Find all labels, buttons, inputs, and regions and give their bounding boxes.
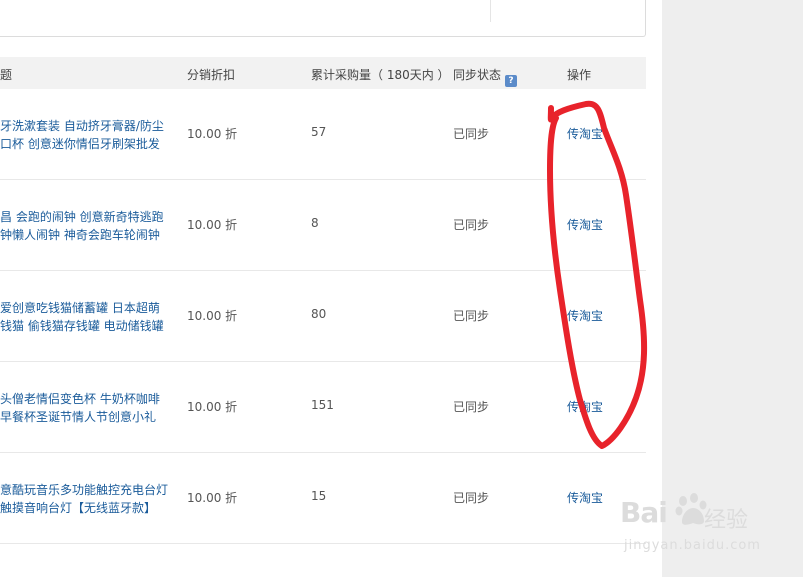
upload-taobao-link[interactable]: 传淘宝 [567,307,603,324]
product-title-line[interactable]: 钟懒人闹钟 神奇会跑车轮闹钟 [0,226,172,244]
table-row: 头僧老情侣变色杯 牛奶杯咖啡 早餐杯圣诞节情人节创意小礼 10.00 折 151… [0,362,646,453]
sync-status: 已同步 [453,491,490,505]
upload-taobao-link[interactable]: 传淘宝 [567,398,603,415]
qty-value: 15 [311,489,327,503]
table-row: 意酷玩音乐多功能触控充电台灯 触摸音响台灯【无线蓝牙款】 10.00 折 15 … [0,453,646,544]
header-action: 操作 [567,68,592,82]
product-title-line[interactable]: 爱创意吃钱猫储蓄罐 日本超萌 [0,299,172,317]
watermark-brand-cn: 经验 [704,508,749,533]
product-title-link[interactable]: 意酷玩音乐多功能触控充电台灯 触摸音响台灯【无线蓝牙款】 [0,481,172,517]
sync-status: 已同步 [453,218,490,232]
header-title: 题 [0,68,13,82]
table-row: 爱创意吃钱猫储蓄罐 日本超萌 钱猫 偷钱猫存钱罐 电动储钱罐 10.00 折 8… [0,271,646,362]
product-title-link[interactable]: 昌 会跑的闹钟 创意新奇特逃跑 钟懒人闹钟 神奇会跑车轮闹钟 [0,208,172,244]
top-panel [0,0,646,37]
qty-value: 57 [311,125,327,139]
product-title-line[interactable]: 牙洗漱套装 自动挤牙膏器/防尘 [0,117,172,135]
discount-value: 10.00 折 [187,491,238,505]
header-qty: 累计采购量（ 180天内 ） [311,68,450,82]
qty-value: 8 [311,216,319,230]
header-discount: 分销折扣 [187,68,236,82]
upload-taobao-link[interactable]: 传淘宝 [567,216,603,233]
product-title-line[interactable]: 早餐杯圣诞节情人节创意小礼 [0,408,172,426]
table-header: 题 分销折扣 累计采购量（ 180天内 ） 同步状态? 操作 [0,57,646,89]
upload-taobao-link[interactable]: 传淘宝 [567,125,603,142]
qty-value: 151 [311,398,334,412]
watermark-url: jingyan.baidu.com [624,538,761,553]
product-table: 题 分销折扣 累计采购量（ 180天内 ） 同步状态? 操作 牙洗漱套装 自动挤… [0,57,646,544]
upload-taobao-link[interactable]: 传淘宝 [567,489,603,506]
product-title-line[interactable]: 昌 会跑的闹钟 创意新奇特逃跑 [0,208,172,226]
product-title-line[interactable]: 口杯 创意迷你情侣牙刷架批发 [0,135,172,153]
watermark-brand: Bai [620,496,668,529]
header-sync-status: 同步状态? [453,66,518,87]
product-title-line[interactable]: 头僧老情侣变色杯 牛奶杯咖啡 [0,390,172,408]
sync-status: 已同步 [453,309,490,323]
product-title-line[interactable]: 钱猫 偷钱猫存钱罐 电动储钱罐 [0,317,172,335]
discount-value: 10.00 折 [187,400,238,414]
product-title-line[interactable]: 意酷玩音乐多功能触控充电台灯 [0,481,172,499]
help-icon[interactable]: ? [505,75,518,87]
product-title-link[interactable]: 头僧老情侣变色杯 牛奶杯咖啡 早餐杯圣诞节情人节创意小礼 [0,390,172,426]
product-title-line[interactable]: 触摸音响台灯【无线蓝牙款】 [0,499,172,517]
paw-icon [675,493,707,525]
discount-value: 10.00 折 [187,309,238,323]
discount-value: 10.00 折 [187,218,238,232]
header-sync-label: 同步状态 [453,68,502,82]
table-row: 昌 会跑的闹钟 创意新奇特逃跑 钟懒人闹钟 神奇会跑车轮闹钟 10.00 折 8… [0,180,646,271]
product-title-link[interactable]: 爱创意吃钱猫储蓄罐 日本超萌 钱猫 偷钱猫存钱罐 电动储钱罐 [0,299,172,335]
baidu-jingyan-watermark: Bai 经验 jingyan.baidu.com [612,486,762,566]
sync-status: 已同步 [453,127,490,141]
qty-value: 80 [311,307,327,321]
table-row: 牙洗漱套装 自动挤牙膏器/防尘 口杯 创意迷你情侣牙刷架批发 10.00 折 5… [0,89,646,180]
discount-value: 10.00 折 [187,127,238,141]
panel-divider [490,0,491,22]
product-title-link[interactable]: 牙洗漱套装 自动挤牙膏器/防尘 口杯 创意迷你情侣牙刷架批发 [0,117,172,153]
sync-status: 已同步 [453,400,490,414]
